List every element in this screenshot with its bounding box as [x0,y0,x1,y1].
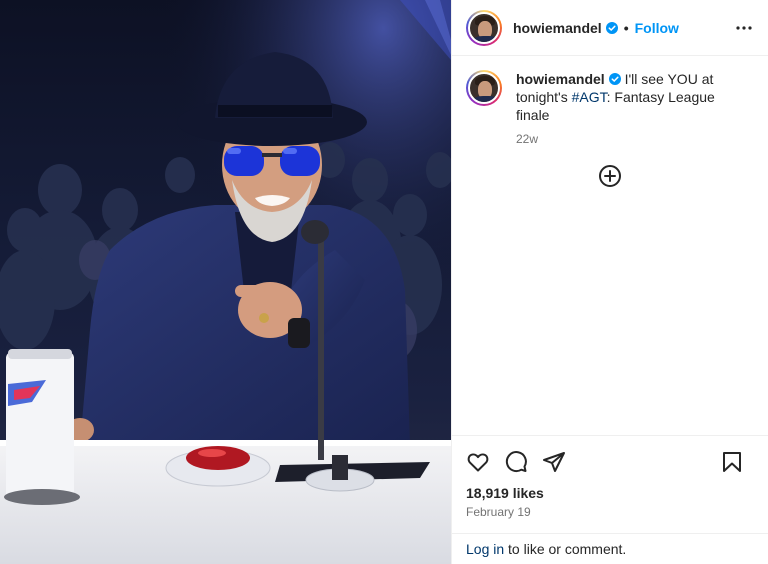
caption: howiemandel I'll see YOU at tonight's #A… [466,70,754,124]
comment-icon[interactable] [504,450,528,474]
caption-verified-badge-icon [608,73,621,85]
post-date: February 19 [466,505,531,519]
action-bar: 18,919 likes February 19 [452,435,768,519]
share-icon[interactable] [542,450,566,474]
caption-avatar [468,72,500,104]
separator-dot: • [623,19,629,36]
login-prompt: Log in to like or comment. [452,533,768,564]
login-link[interactable]: Log in [466,541,504,557]
caption-story-ring[interactable] [466,70,502,106]
heart-icon[interactable] [466,450,490,474]
hashtag-link[interactable]: #AGT [572,89,607,105]
post-photo[interactable] [0,0,451,564]
avatar [468,11,500,44]
plus-circle-icon[interactable] [598,164,622,188]
caption-timestamp: 22w [516,132,539,146]
post-header: howiemandel • Follow [452,0,768,56]
comments-section: howiemandel I'll see YOU at tonight's #A… [452,56,768,435]
bookmark-icon[interactable] [720,450,744,474]
instagram-post: howiemandel • Follow howiemandel I'll se… [0,0,768,564]
caption-text: howiemandel I'll see YOU at tonight's #A… [516,70,736,124]
action-icons [466,448,754,476]
likes-count[interactable]: 18,919 likes [466,485,754,501]
caption-username[interactable]: howiemandel [516,71,605,87]
story-ring[interactable] [466,9,502,46]
more-options-icon[interactable] [732,16,756,40]
login-prompt-text: to like or comment. [504,541,627,557]
username-link[interactable]: howiemandel [513,20,602,36]
verified-badge-icon [605,21,618,34]
post-sidebar: howiemandel • Follow howiemandel I'll se… [451,0,768,564]
follow-button[interactable]: Follow [635,20,679,36]
post-photo-illustration [0,0,451,564]
